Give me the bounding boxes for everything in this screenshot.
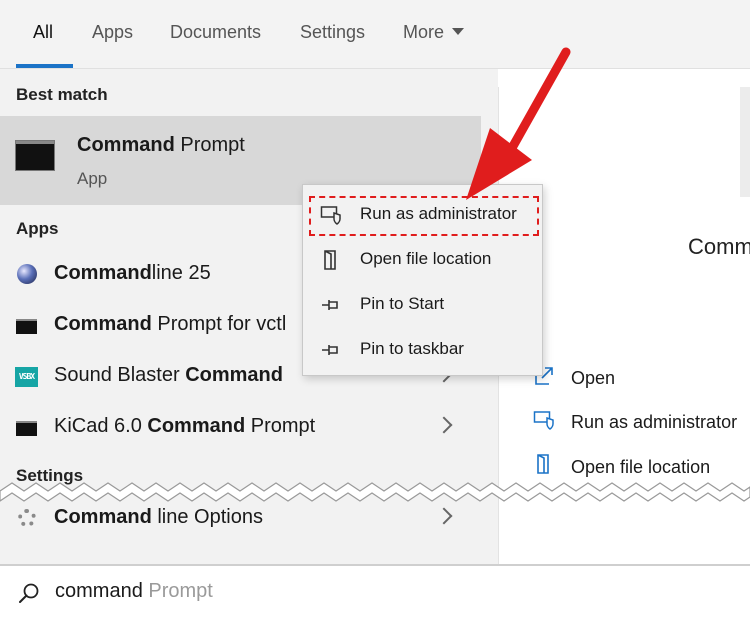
settings-item-label: Command line Options — [54, 506, 263, 529]
command-prompt-icon — [16, 421, 37, 436]
active-tab-indicator — [16, 64, 73, 68]
search-input[interactable]: command Prompt — [55, 580, 213, 603]
app-item-kicad-command-prompt[interactable]: KiCad 6.0 Command Prompt — [0, 405, 481, 451]
best-match-heading: Best match — [16, 85, 108, 104]
app-item-label: Command Prompt for vctl — [54, 313, 286, 336]
tab-all[interactable]: All — [33, 22, 53, 43]
best-match-subtitle: App — [77, 169, 108, 188]
preview-action-open[interactable]: Open — [571, 368, 615, 389]
label-rest: line Options — [151, 506, 263, 528]
context-menu: Run as administrator Open file location … — [302, 184, 543, 376]
chevron-down-icon — [452, 28, 465, 35]
label-rest: line 25 — [151, 262, 211, 284]
label-rest: Prompt for vctl — [151, 313, 287, 335]
context-menu-label: Open file location — [360, 249, 492, 268]
search-bar[interactable]: command Prompt — [0, 564, 750, 617]
tab-apps[interactable]: Apps — [92, 22, 133, 43]
label-pre: KiCad 6.0 — [54, 415, 148, 437]
preview-app-title: Comm — [688, 234, 750, 259]
context-menu-pin-to-taskbar[interactable]: Pin to taskbar — [303, 328, 542, 370]
pin-icon — [322, 345, 338, 355]
best-match-title-bold: Command — [77, 134, 175, 156]
commandline-globe-icon — [17, 264, 37, 284]
label-bold: Command — [54, 313, 152, 335]
preview-action-run-as-admin[interactable]: Run as administrator — [571, 412, 737, 433]
label-bold: Command — [54, 506, 152, 528]
context-menu-label: Pin to taskbar — [360, 339, 464, 358]
context-menu-open-file-location[interactable]: Open file location — [303, 238, 542, 280]
label-rest: Prompt — [245, 415, 316, 437]
tab-more-label: More — [403, 22, 445, 42]
best-match-title: Command Prompt — [77, 134, 245, 157]
label-bold: Command — [185, 364, 283, 386]
pin-icon — [322, 300, 338, 310]
search-autocomplete-suggestion: Prompt — [142, 580, 213, 602]
search-category-tabs: All Apps Documents Settings More — [0, 0, 750, 69]
tab-documents[interactable]: Documents — [170, 22, 261, 43]
preview-scroll-strip — [740, 87, 750, 197]
command-prompt-icon — [16, 319, 37, 334]
apps-heading: Apps — [16, 219, 59, 238]
sound-blaster-icon: VSBX — [15, 367, 38, 387]
search-icon — [19, 583, 39, 603]
app-item-label: KiCad 6.0 Command Prompt — [54, 415, 315, 438]
app-item-label: Sound Blaster Command — [54, 364, 283, 387]
shield-icon — [320, 206, 341, 225]
folder-icon — [537, 454, 549, 474]
screenshot-break-divider — [0, 482, 750, 502]
gear-icon — [18, 509, 36, 527]
label-pre: Sound Blaster — [54, 364, 186, 386]
chevron-right-icon[interactable] — [435, 507, 453, 525]
command-prompt-icon — [15, 140, 55, 171]
label-bold: Command — [54, 262, 152, 284]
search-typed-text: command — [55, 580, 143, 602]
best-match-title-rest: Prompt — [174, 134, 245, 156]
shield-icon — [533, 411, 554, 430]
context-menu-run-as-admin[interactable]: Run as administrator — [303, 193, 542, 235]
folder-icon — [324, 250, 336, 270]
chevron-right-icon[interactable] — [435, 416, 453, 434]
tab-settings[interactable]: Settings — [300, 22, 365, 43]
label-bold: Command — [147, 415, 246, 437]
context-menu-label: Pin to Start — [360, 294, 445, 313]
app-item-label: Commandline 25 — [54, 262, 211, 285]
context-menu-pin-to-start[interactable]: Pin to Start — [303, 283, 542, 325]
tab-more[interactable]: More — [403, 22, 465, 43]
context-menu-label: Run as administrator — [360, 204, 517, 223]
